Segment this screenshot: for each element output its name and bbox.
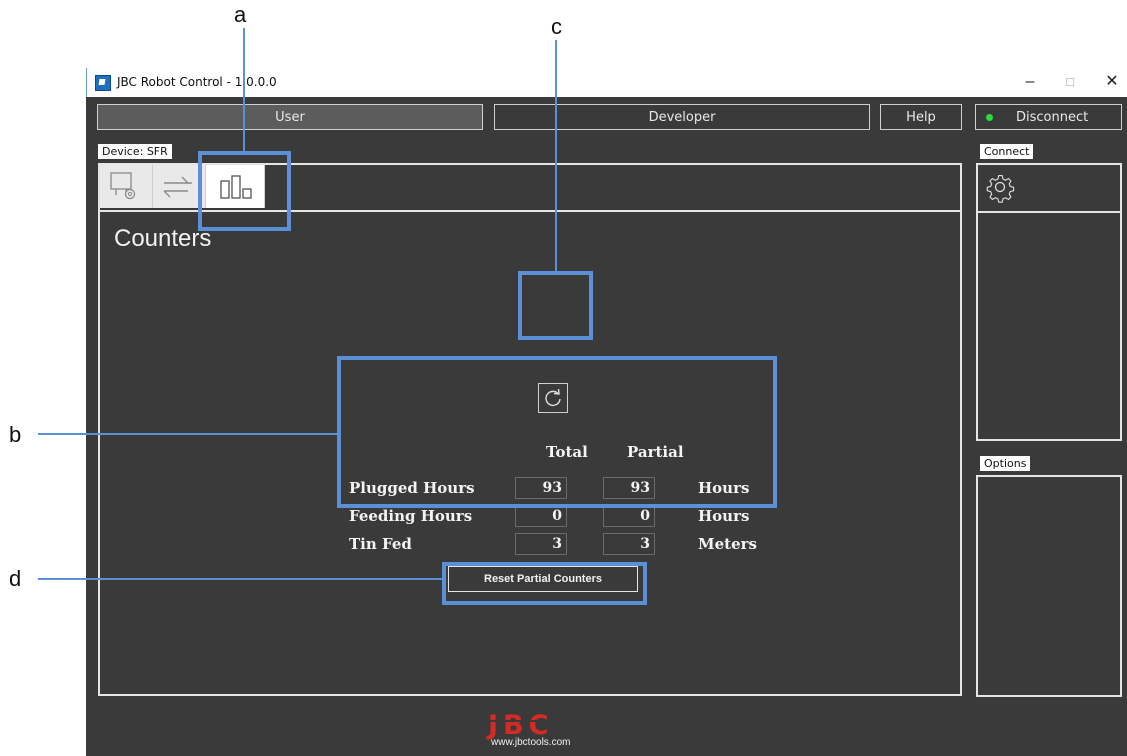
- developer-button[interactable]: Developer: [494, 104, 870, 130]
- page-title: Counters: [114, 225, 212, 252]
- transfer-arrows-icon: [162, 175, 196, 204]
- logo-stripe: [488, 720, 598, 722]
- connect-toolbar: [978, 165, 1120, 213]
- callout-a: a: [234, 2, 247, 27]
- options-tab[interactable]: Options: [980, 456, 1031, 471]
- feeding-unit: Hours: [698, 507, 750, 525]
- connect-panel: [976, 163, 1122, 441]
- connect-tab[interactable]: Connect: [980, 144, 1034, 159]
- app-icon: [95, 75, 111, 91]
- tin-fed-unit: Meters: [698, 535, 757, 553]
- feeding-total-value: 0: [515, 505, 567, 527]
- callout-c: c: [551, 14, 562, 39]
- help-button[interactable]: Help: [880, 104, 962, 130]
- connection-status-led: [986, 114, 993, 121]
- disconnect-button[interactable]: Disconnect: [975, 104, 1122, 130]
- callout-box-a: [198, 151, 291, 231]
- callout-box-c: [518, 271, 593, 340]
- callout-d: d: [9, 566, 22, 591]
- feeding-partial-value: 0: [603, 505, 655, 527]
- row-label-feeding: Feeding Hours: [349, 507, 473, 525]
- maximize-button[interactable]: □: [1055, 71, 1085, 93]
- tin-fed-total-value: 3: [515, 533, 567, 555]
- minimize-button[interactable]: –: [1015, 71, 1045, 93]
- callout-box-d: [442, 562, 647, 605]
- tin-fed-partial-value: 3: [603, 533, 655, 555]
- callout-line-c: [555, 40, 557, 271]
- options-panel: [976, 475, 1122, 697]
- station-settings-tab[interactable]: [100, 165, 153, 208]
- window-title: JBC Robot Control - 1.0.0.0: [117, 75, 277, 89]
- callout-box-b: [337, 356, 777, 508]
- callout-line-a: [243, 28, 245, 151]
- close-button[interactable]: ✕: [1097, 71, 1127, 93]
- callout-line-b: [38, 433, 337, 435]
- callout-line-d: [38, 578, 442, 580]
- user-button[interactable]: User: [97, 104, 483, 130]
- row-label-tin-fed: Tin Fed: [349, 535, 412, 553]
- device-tab[interactable]: Device: SFR: [98, 144, 172, 159]
- callout-b: b: [9, 422, 22, 447]
- website-link[interactable]: www.jbctools.com: [491, 737, 570, 748]
- jbc-logo: JBC www.jbctools.com: [488, 710, 648, 750]
- disconnect-label: Disconnect: [1016, 110, 1089, 125]
- gear-icon[interactable]: [986, 173, 1018, 208]
- station-settings-icon: [110, 171, 138, 206]
